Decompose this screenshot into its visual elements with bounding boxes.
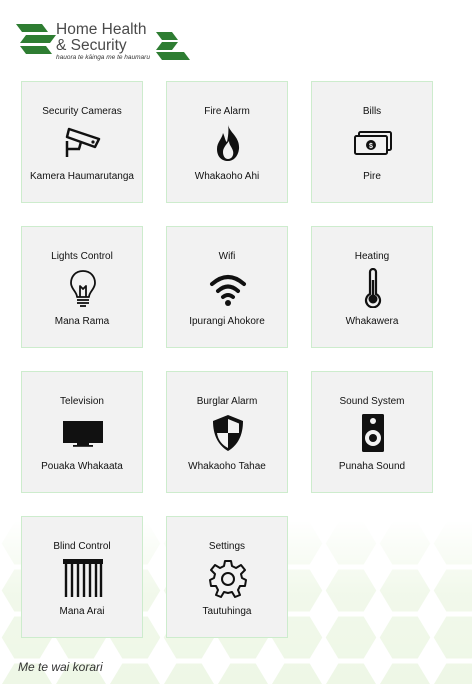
svg-text:$: $ (369, 143, 373, 150)
tile-sound-system[interactable]: Sound System Punaha Sound (311, 371, 433, 493)
tile-sublabel: Mana Arai (59, 606, 105, 617)
brand-title: Home Health & Security (56, 21, 147, 54)
money-bills-icon: $ (353, 123, 393, 163)
tile-settings[interactable]: Settings Tautuhinga (166, 516, 288, 638)
tile-sublabel: Whakaoho Tahae (188, 461, 266, 472)
tile-label: Lights Control (51, 251, 113, 262)
tile-label: Bills (362, 106, 382, 117)
light-bulb-icon (63, 268, 103, 308)
tile-blind-control[interactable]: Blind Control Mana Arai (21, 516, 143, 638)
tile-sublabel: Ipurangi Ahokore (189, 316, 265, 327)
tile-burglar-alarm[interactable]: Burglar Alarm Whakaoho Tahae (166, 371, 288, 493)
footer-text: Me te wai korari (18, 660, 103, 674)
window-blind-icon (63, 558, 103, 598)
tile-label: Wifi (218, 251, 236, 262)
tile-television[interactable]: Television Pouaka Whakaata (21, 371, 143, 493)
fire-icon (208, 123, 248, 163)
thermometer-icon (353, 268, 393, 308)
tile-lights-control[interactable]: Lights Control Mana Rama (21, 226, 143, 348)
tile-sublabel: Punaha Sound (338, 461, 406, 472)
brand-logo[interactable]: Home Health & Security hauora te kāinga … (16, 20, 196, 64)
tile-label: Television (60, 396, 104, 407)
tile-sublabel: Mana Rama (54, 316, 110, 327)
gear-icon (208, 558, 248, 598)
tile-heating[interactable]: Heating Whakawera (311, 226, 433, 348)
brand-tagline: hauora te kāinga me te haumaru (56, 54, 150, 61)
tile-label: Settings (208, 541, 246, 552)
shield-icon (208, 413, 248, 453)
tile-label: Sound System (339, 396, 405, 407)
tile-label: Security Cameras (42, 106, 122, 117)
tile-sublabel: Pire (363, 171, 381, 182)
tile-sublabel: Whakawera (345, 316, 399, 327)
tile-sublabel: Whakaoho Ahi (194, 171, 260, 182)
tile-sublabel: Pouaka Whakaata (41, 461, 123, 472)
wifi-icon (208, 268, 248, 308)
tile-label: Burglar Alarm (196, 396, 258, 407)
television-icon (63, 413, 103, 453)
security-camera-icon (63, 123, 103, 163)
tile-label: Blind Control (53, 541, 111, 552)
tile-wifi[interactable]: Wifi Ipurangi Ahokore (166, 226, 288, 348)
tile-label: Fire Alarm (204, 106, 250, 117)
tile-fire-alarm[interactable]: Fire Alarm Whakaoho Ahi (166, 81, 288, 203)
tile-sublabel: Kamera Haumarutanga (30, 171, 134, 182)
tile-sublabel: Tautuhinga (202, 606, 252, 617)
speaker-icon (353, 413, 393, 453)
tile-security-cameras[interactable]: Security Cameras Kamera Haumarutanga (21, 81, 143, 203)
tile-label: Heating (354, 251, 390, 262)
tile-bills[interactable]: Bills $ Pire (311, 81, 433, 203)
